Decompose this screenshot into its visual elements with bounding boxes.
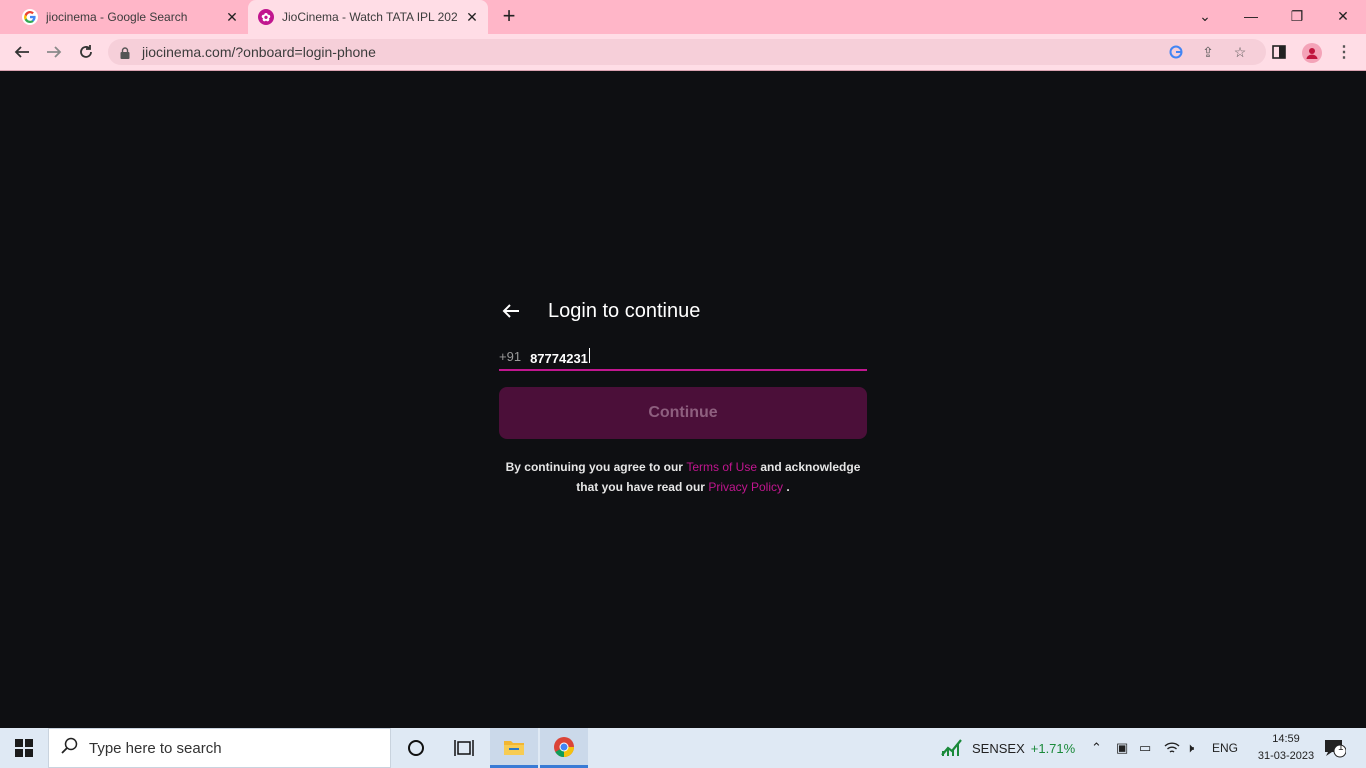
url-text: jiocinema.com/?onboard=login-phone	[142, 44, 376, 60]
phone-input[interactable]: 87774231	[530, 347, 590, 366]
clock[interactable]: 14:59 31-03-2023	[1256, 731, 1316, 765]
continue-button[interactable]: Continue	[499, 387, 867, 439]
country-code: +91	[499, 349, 522, 364]
terms-text: By continuing you agree to our Terms of …	[499, 457, 867, 497]
side-panel-icon[interactable]	[1270, 43, 1288, 61]
notifications-icon[interactable]: 1	[1324, 728, 1346, 768]
file-explorer-icon[interactable]	[490, 728, 538, 768]
restore-icon[interactable]: ❐	[1274, 0, 1320, 32]
tab-search-icon[interactable]: ⌄	[1182, 0, 1228, 32]
cortana-icon[interactable]	[392, 728, 440, 768]
tab-strip: jiocinema - Google Search ✕ ✿ JioCinema …	[0, 0, 1366, 34]
terms-of-use-link[interactable]: Terms of Use	[686, 460, 757, 474]
back-icon[interactable]	[10, 40, 34, 64]
forward-icon[interactable]	[42, 40, 66, 64]
login-form: Login to continue +91 87774231 Continue …	[499, 297, 867, 497]
back-arrow-icon[interactable]	[499, 299, 523, 323]
tab-google-search[interactable]: jiocinema - Google Search ✕	[12, 0, 248, 34]
clock-time: 14:59	[1272, 733, 1300, 745]
lock-icon[interactable]	[120, 46, 130, 59]
language-indicator[interactable]: ENG	[1212, 728, 1238, 768]
address-bar[interactable]: jiocinema.com/?onboard=login-phone	[108, 39, 1266, 65]
privacy-policy-link[interactable]: Privacy Policy	[708, 480, 783, 494]
new-tab-icon[interactable]: +	[498, 5, 520, 28]
terms-text-part: and acknowledge	[760, 460, 861, 474]
terms-text-part: By continuing you agree to our	[505, 460, 683, 474]
phone-value: 87774231	[530, 350, 588, 366]
taskbar-search-box[interactable]: Type here to search	[48, 728, 391, 768]
chrome-icon[interactable]	[540, 728, 588, 768]
notification-count: 1	[1338, 742, 1344, 753]
tab-title: jiocinema - Google Search	[46, 10, 188, 24]
tab-title: JioCinema - Watch TATA IPL 2023	[282, 10, 457, 24]
windows-start-icon[interactable]	[0, 728, 48, 768]
minimize-icon[interactable]: —	[1228, 0, 1274, 32]
search-placeholder: Type here to search	[89, 739, 222, 757]
login-title: Login to continue	[548, 299, 701, 322]
reload-icon[interactable]	[74, 40, 98, 64]
tab-jiocinema[interactable]: ✿ JioCinema - Watch TATA IPL 2023 ✕	[248, 0, 488, 34]
google-g-icon	[22, 9, 38, 25]
stock-widget[interactable]: SENSEX +1.71%	[940, 728, 1075, 768]
clock-date: 31-03-2023	[1257, 750, 1315, 762]
jiocinema-page: Login to continue +91 87774231 Continue …	[0, 71, 1366, 728]
battery-icon[interactable]: ▭	[1139, 728, 1151, 768]
terms-text-part: that you have read our	[576, 480, 705, 494]
menu-kebab-icon[interactable]: ⋮	[1335, 43, 1353, 61]
wifi-icon[interactable]	[1164, 728, 1180, 768]
text-cursor	[588, 347, 590, 363]
tray-chevron-icon[interactable]: ⌃	[1091, 728, 1102, 768]
login-header: Login to continue	[499, 297, 867, 325]
share-icon[interactable]: ⇪	[1199, 43, 1217, 61]
meet-now-icon[interactable]: ▣	[1116, 728, 1128, 768]
windows-taskbar: Type here to search SENSEX +1.71% ⌃ ▣ ▭ …	[0, 728, 1366, 768]
stock-change: +1.71%	[1030, 740, 1076, 756]
stock-name: SENSEX	[972, 740, 1025, 756]
terms-text-part: .	[786, 480, 790, 494]
profile-avatar-icon[interactable]	[1302, 43, 1322, 63]
speaker-muted-icon[interactable]: 🕨	[1186, 728, 1194, 768]
google-lens-icon[interactable]	[1167, 43, 1185, 61]
stock-chart-icon	[940, 737, 964, 760]
search-icon	[61, 737, 79, 760]
phone-number-field[interactable]: +91 87774231	[499, 344, 867, 371]
jiocinema-icon: ✿	[258, 9, 274, 25]
bookmark-star-icon[interactable]: ☆	[1231, 43, 1249, 61]
task-view-icon[interactable]	[440, 728, 488, 768]
close-tab-icon[interactable]: ✕	[464, 9, 480, 25]
close-window-icon[interactable]: ✕	[1320, 0, 1366, 32]
close-tab-icon[interactable]: ✕	[224, 9, 240, 25]
